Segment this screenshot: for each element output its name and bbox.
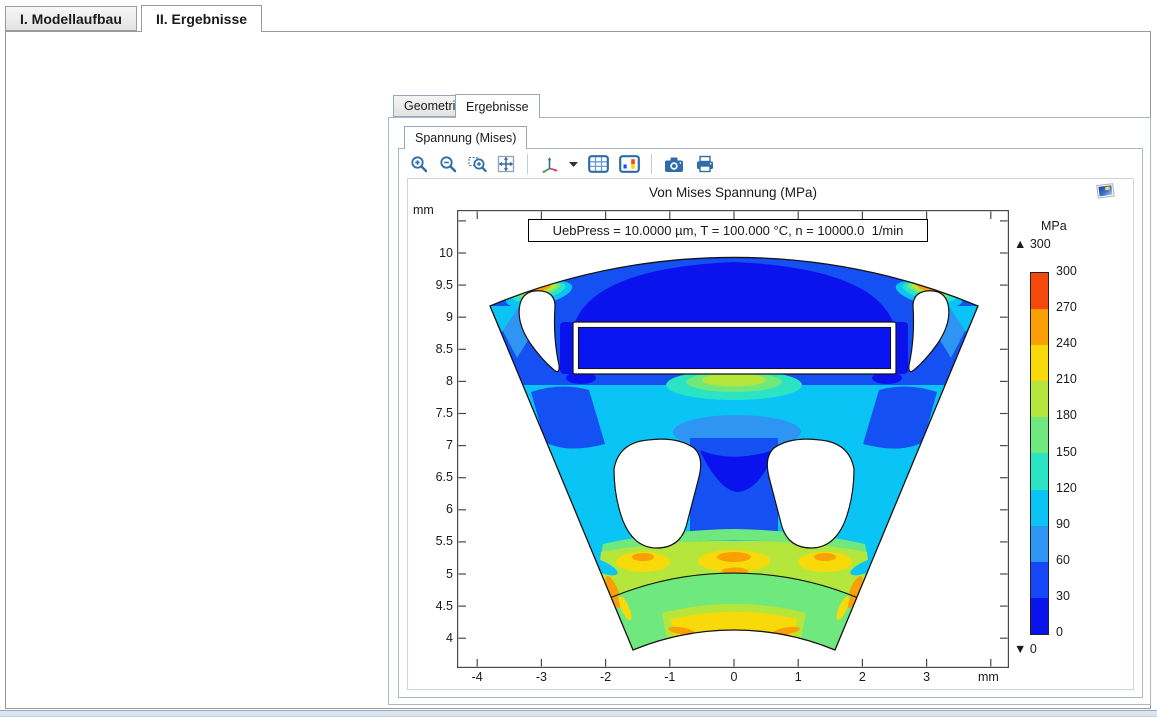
- colorbar-band: [1031, 381, 1048, 417]
- colorbar-band: [1031, 526, 1048, 562]
- zoom-extents-icon[interactable]: [495, 153, 517, 175]
- rp-tab-ergebnisse[interactable]: Ergebnisse: [455, 94, 540, 118]
- colorbar-tick-label: 300: [1056, 264, 1077, 278]
- zoom-box-icon[interactable]: [466, 153, 488, 175]
- window-bottom-strip: [0, 710, 1157, 717]
- y-tick-label: 8.5: [416, 342, 453, 356]
- colorbar-tick-label: 30: [1056, 589, 1070, 603]
- colorbar-band: [1031, 453, 1048, 489]
- y-tick-label: 10: [416, 246, 453, 260]
- x-tick-label: -2: [588, 670, 624, 684]
- colorbar-tick-label: 210: [1056, 372, 1077, 386]
- colorbar-band: [1031, 345, 1048, 381]
- view-orientation-icon[interactable]: [538, 153, 560, 175]
- stress-plot-canvas[interactable]: [457, 210, 1009, 668]
- y-tick-label: 9.5: [416, 278, 453, 292]
- tab-ergebnisse[interactable]: II. Ergebnisse: [141, 5, 262, 32]
- colorbar-tick-label: 180: [1056, 408, 1077, 422]
- tab-modellaufbau[interactable]: I. Modellaufbau: [5, 6, 137, 31]
- y-tick-label: 4: [416, 631, 453, 645]
- y-tick-label: 9: [416, 310, 453, 324]
- zoom-in-icon[interactable]: [408, 153, 430, 175]
- zoom-out-icon[interactable]: [437, 153, 459, 175]
- y-tick-label: 6.5: [416, 470, 453, 484]
- colorbar-band: [1031, 273, 1048, 309]
- colorbar-min-marker: ▼ 0: [1014, 642, 1037, 656]
- y-tick-label: 7: [416, 438, 453, 452]
- y-tick-label: 5.5: [416, 534, 453, 548]
- y-tick-label: 5: [416, 567, 453, 581]
- x-tick-label: -3: [523, 670, 559, 684]
- x-tick-label: 1: [780, 670, 816, 684]
- y-tick-label: 4.5: [416, 599, 453, 613]
- colorbar-tick-label: 60: [1056, 553, 1070, 567]
- graphics-toolbar: [408, 151, 717, 177]
- graphics-window[interactable]: Von Mises Spannung (MPa) mm mm: [407, 178, 1134, 690]
- colorbar-band: [1031, 598, 1048, 634]
- toolbar-separator: [527, 154, 528, 174]
- magnet: [579, 328, 891, 369]
- snapshot-camera-icon[interactable]: [662, 153, 686, 175]
- colorbar-band: [1031, 490, 1048, 526]
- plot-window-icon[interactable]: [1096, 182, 1116, 200]
- colorbar: [1030, 272, 1049, 635]
- orientation-dropdown-caret[interactable]: [567, 153, 579, 175]
- y-tick-label: 8: [416, 374, 453, 388]
- x-tick-label: 3: [909, 670, 945, 684]
- y-tick-label: 6: [416, 502, 453, 516]
- colorbar-unit-label: MPa: [1041, 219, 1067, 233]
- colorbar-tick-label: 240: [1056, 336, 1077, 350]
- plot-title: Von Mises Spannung (MPa): [457, 185, 1009, 200]
- grid-toggle-icon[interactable]: [586, 153, 610, 175]
- print-icon[interactable]: [693, 153, 717, 175]
- colorbar-tick-label: 90: [1056, 517, 1070, 531]
- toolbar-separator: [651, 154, 652, 174]
- colorbar-tick-label: 150: [1056, 445, 1077, 459]
- colorbar-band: [1031, 562, 1048, 598]
- color-legend-toggle-icon[interactable]: [617, 153, 641, 175]
- colorbar-band: [1031, 309, 1048, 345]
- colorbar-band: [1031, 417, 1048, 453]
- y-tick-label: 7.5: [416, 406, 453, 420]
- x-tick-label: 0: [716, 670, 752, 684]
- y-axis-unit-label: mm: [413, 203, 434, 217]
- colorbar-max-marker: ▲ 300: [1014, 237, 1051, 251]
- tab-spannung-mises[interactable]: Spannung (Mises): [404, 126, 527, 149]
- x-tick-label: 2: [844, 670, 880, 684]
- parameter-annotation-box: UebPress = 10.0000 µm, T = 100.000 °C, n…: [528, 219, 928, 242]
- x-tick-label: -1: [652, 670, 688, 684]
- colorbar-tick-label: 270: [1056, 300, 1077, 314]
- colorbar-tick-label: 0: [1056, 625, 1063, 639]
- x-tick-label: -4: [459, 670, 495, 684]
- colorbar-tick-label: 120: [1056, 481, 1077, 495]
- x-axis-unit-label: mm: [978, 670, 999, 684]
